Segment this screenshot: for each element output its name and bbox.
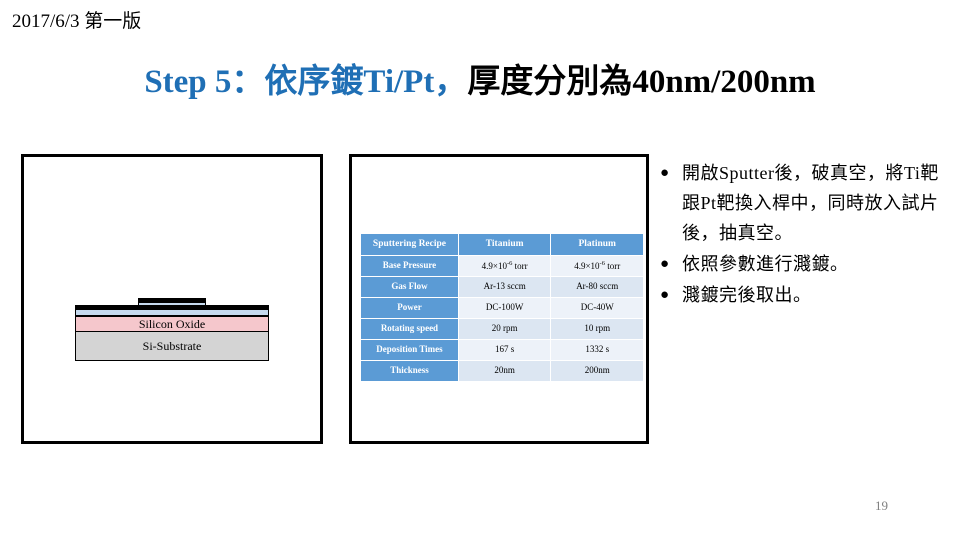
cell-titanium-deposition-times: 167 s bbox=[457, 339, 552, 361]
row-header-rotating-speed: Rotating speed bbox=[360, 318, 459, 340]
list-item: ● 開啟Sputter後，破真空，將Ti靶跟Pt靶換入桿中，同時放入試片後，抽真… bbox=[660, 158, 952, 248]
value-base: 4.9×10 bbox=[481, 260, 507, 271]
value-base: 4.9×10 bbox=[574, 260, 600, 271]
table-row: Base Pressure 4.9×10-6 torr 4.9×10-6 tor… bbox=[360, 255, 644, 277]
table-body: Base Pressure 4.9×10-6 torr 4.9×10-6 tor… bbox=[360, 255, 644, 382]
page-title-thickness: 厚度分別為40nm/200nm bbox=[467, 64, 816, 100]
cell-titanium-thickness: 20nm bbox=[457, 360, 552, 382]
sputtering-recipe-panel: Sputtering Recipe Titanium Platinum Base… bbox=[349, 154, 649, 444]
process-notes-list: ● 開啟Sputter後，破真空，將Ti靶跟Pt靶換入桿中，同時放入試片後，抽真… bbox=[660, 158, 952, 311]
table-header-row: Sputtering Recipe Titanium Platinum bbox=[360, 233, 644, 256]
row-header-deposition-times: Deposition Times bbox=[360, 339, 459, 361]
table-head: Sputtering Recipe Titanium Platinum bbox=[360, 233, 644, 256]
bullet-icon: ● bbox=[660, 165, 670, 181]
table-row: Deposition Times 167 s 1332 s bbox=[360, 339, 644, 361]
column-header-titanium: Titanium bbox=[457, 233, 552, 256]
page-title-step: Step 5：依序鍍Ti/Pt， bbox=[144, 64, 468, 100]
column-header-platinum: Platinum bbox=[550, 233, 644, 256]
list-item: ● 濺鍍完後取出。 bbox=[660, 280, 952, 310]
row-header-base-pressure: Base Pressure bbox=[360, 255, 459, 277]
cell-platinum-base-pressure: 4.9×10-6 torr bbox=[550, 255, 644, 277]
note-text: 開啟Sputter後，破真空，將Ti靶跟Pt靶換入桿中，同時放入試片後，抽真空。 bbox=[682, 163, 939, 243]
list-item: ● 依照參數進行濺鍍。 bbox=[660, 249, 952, 279]
row-header-thickness: Thickness bbox=[360, 360, 459, 382]
cell-platinum-rotating-speed: 10 rpm bbox=[550, 318, 644, 340]
layer-stack: PR Silicon Oxide Si-Substrate bbox=[75, 298, 269, 361]
column-header-recipe: Sputtering Recipe bbox=[360, 233, 459, 256]
table-row: Gas Flow Ar-13 sccm Ar-80 sccm bbox=[360, 276, 644, 298]
sputtering-recipe-table: Sputtering Recipe Titanium Platinum Base… bbox=[360, 233, 644, 382]
cell-titanium-base-pressure: 4.9×10-6 torr bbox=[457, 255, 552, 277]
value-unit: torr bbox=[604, 260, 621, 271]
table-row: Rotating speed 20 rpm 10 rpm bbox=[360, 318, 644, 340]
slide-date: 2017/6/3 第一版 bbox=[12, 11, 142, 32]
page-number: 19 bbox=[875, 498, 888, 513]
note-text: 依照參數進行濺鍍。 bbox=[682, 254, 849, 274]
bullet-icon: ● bbox=[660, 287, 670, 303]
cell-platinum-thickness: 200nm bbox=[550, 360, 644, 382]
cell-platinum-gas-flow: Ar-80 sccm bbox=[550, 276, 644, 298]
silicon-oxide-layer: Silicon Oxide bbox=[75, 316, 269, 331]
page-title: Step 5：依序鍍Ti/Pt，厚度分別為40nm/200nm bbox=[0, 54, 960, 102]
silicon-oxide-label: Silicon Oxide bbox=[138, 317, 206, 331]
row-header-power: Power bbox=[360, 297, 459, 319]
titanium-layer bbox=[75, 309, 269, 316]
silicon-substrate-layer: Si-Substrate bbox=[75, 331, 269, 361]
cell-platinum-power: DC-40W bbox=[550, 297, 644, 319]
table-row: Thickness 20nm 200nm bbox=[360, 360, 644, 382]
cell-titanium-rotating-speed: 20 rpm bbox=[457, 318, 552, 340]
cross-section-diagram-panel: PR Silicon Oxide Si-Substrate bbox=[21, 154, 323, 444]
silicon-substrate-label: Si-Substrate bbox=[142, 339, 202, 353]
table-row: Power DC-100W DC-40W bbox=[360, 297, 644, 319]
cell-platinum-deposition-times: 1332 s bbox=[550, 339, 644, 361]
cell-titanium-power: DC-100W bbox=[457, 297, 552, 319]
cell-titanium-gas-flow: Ar-13 sccm bbox=[457, 276, 552, 298]
note-text: 濺鍍完後取出。 bbox=[682, 285, 812, 305]
value-unit: torr bbox=[512, 260, 528, 271]
row-header-gas-flow: Gas Flow bbox=[360, 276, 459, 298]
bullet-icon: ● bbox=[660, 256, 670, 272]
